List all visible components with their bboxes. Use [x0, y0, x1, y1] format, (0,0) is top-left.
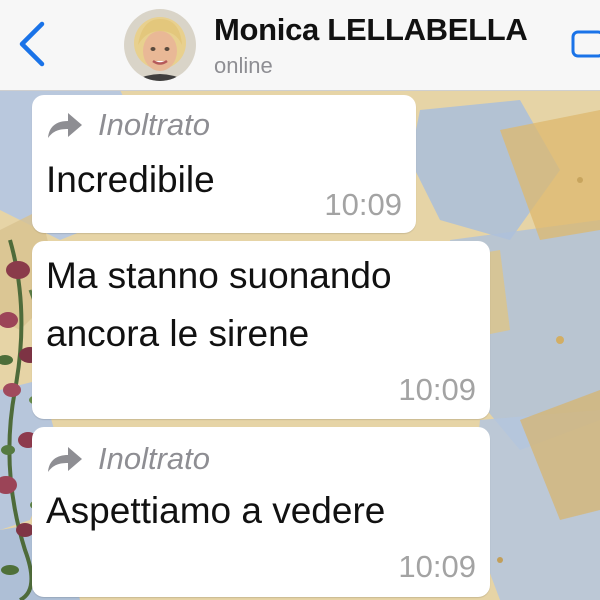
message-text: Aspettiamo a vedere [46, 490, 386, 531]
message-bubble[interactable]: Inoltrato Aspettiamo a vedere 10:09 [32, 427, 490, 597]
video-call-button[interactable] [570, 24, 600, 64]
message-time: 10:09 [398, 549, 476, 584]
forwarded-label: Inoltrato [98, 107, 211, 142]
forwarded-indicator: Inoltrato [46, 107, 210, 143]
contact-status: online [214, 53, 273, 78]
contact-name[interactable]: Monica LELLABELLA [214, 12, 528, 48]
message-text-line: ancora le sirene [46, 313, 310, 354]
forwarded-indicator: Inoltrato [46, 441, 210, 477]
video-call-icon [571, 30, 600, 58]
chat-header: Monica LELLABELLA online [0, 0, 600, 91]
forward-arrow-icon [48, 113, 82, 138]
back-button[interactable] [14, 20, 54, 68]
forwarded-label: Inoltrato [98, 441, 211, 476]
avatar-photo [124, 9, 196, 81]
message-bubble[interactable]: Inoltrato Incredibile 10:09 [32, 95, 416, 233]
message-bubble[interactable]: Ma stanno suonando ancora le sirene 10:0… [32, 241, 490, 419]
message-time: 10:09 [398, 372, 476, 407]
message-text-line: Ma stanno suonando [46, 255, 392, 296]
chevron-left-icon [19, 21, 45, 67]
chat-screen: Monica LELLABELLA online Inoltrato Incre… [0, 0, 600, 600]
forward-arrow-icon [48, 447, 82, 472]
contact-avatar[interactable] [124, 9, 196, 81]
message-time: 10:09 [324, 187, 402, 222]
message-text: Incredibile [46, 159, 215, 200]
